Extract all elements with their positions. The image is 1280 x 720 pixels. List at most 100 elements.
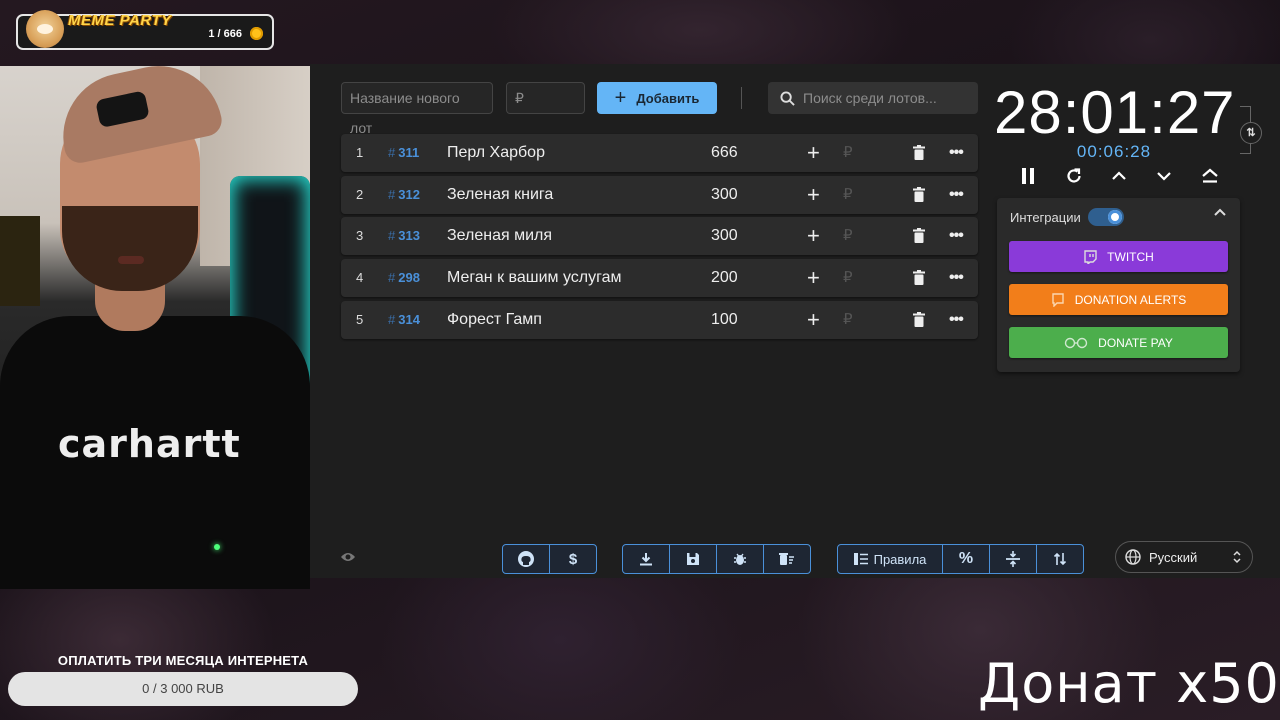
goal-title: ОПЛАТИТЬ ТРИ МЕСЯЦА ИНТЕРНЕТА: [57, 653, 309, 668]
timer-main: 28:01:27: [994, 79, 1236, 146]
delete-lot-button[interactable]: [913, 186, 925, 202]
lot-id: #311: [388, 145, 420, 160]
search-placeholder: Поиск среди лотов...: [803, 90, 937, 106]
add-amount-button[interactable]: +: [807, 176, 820, 214]
webcam-mouth: [118, 256, 144, 264]
rub-icon: ₽: [843, 269, 853, 287]
delete-lot-button[interactable]: [913, 145, 925, 160]
delete-sweep-icon: [779, 553, 794, 565]
lot-id: #314: [388, 311, 420, 327]
double-chevron-up-icon: [1202, 168, 1218, 183]
increase-time-button[interactable]: [1104, 162, 1134, 190]
lot-amount: 300: [711, 185, 738, 203]
collapse-chevron-icon[interactable]: [1214, 208, 1226, 216]
rub-icon: ₽: [843, 144, 853, 161]
twitch-button[interactable]: TWITCH: [1009, 241, 1228, 272]
meme-party-count: 1 / 666: [208, 28, 242, 40]
chevron-up-icon: [1112, 171, 1126, 180]
add-amount-button[interactable]: +: [807, 134, 820, 172]
donate-dollar-button[interactable]: $: [550, 545, 596, 573]
lot-more-button[interactable]: •••: [949, 301, 964, 339]
search-icon: [780, 90, 795, 106]
donation-alerts-label: DONATION ALERTS: [1074, 292, 1187, 307]
coin-icon: [250, 27, 263, 40]
lot-id: #298: [388, 270, 420, 286]
lot-name: Зеленая миля: [447, 227, 553, 245]
decrease-time-button[interactable]: [1149, 162, 1179, 190]
lot-more-button[interactable]: •••: [949, 134, 964, 172]
add-amount-button[interactable]: +: [807, 259, 820, 297]
bug-report-button[interactable]: [717, 545, 764, 573]
lot-more-button[interactable]: •••: [949, 176, 964, 214]
language-select[interactable]: Русский: [1115, 541, 1253, 573]
timer: 28:01:27 00:06:28: [994, 78, 1236, 162]
donation-alerts-button[interactable]: DONATION ALERTS: [1009, 284, 1228, 315]
doge-logo-icon: [26, 10, 64, 48]
meme-party-widget: MEME PARTY 1 / 666: [16, 10, 274, 50]
add-lot-label: Добавить: [636, 90, 700, 106]
add-amount-button[interactable]: +: [807, 301, 820, 339]
percent-button[interactable]: %: [943, 545, 990, 573]
lot-index: 3: [356, 228, 364, 244]
lot-id: #313: [388, 228, 420, 244]
pause-icon: [1022, 168, 1034, 184]
lot-search-input[interactable]: Поиск среди лотов...: [768, 82, 978, 114]
globe-icon: [1125, 549, 1141, 565]
lot-list: 1 #311 Перл Харбор 666 + ₽ ••• 2 #312 Зе…: [341, 134, 978, 342]
save-button[interactable]: [670, 545, 717, 573]
rub-icon: ₽: [843, 185, 853, 203]
dollar-icon: $: [568, 550, 578, 568]
lot-more-button[interactable]: •••: [949, 259, 964, 297]
delete-lot-button[interactable]: [913, 228, 925, 244]
webcam-led: [214, 544, 220, 550]
pause-button[interactable]: [1013, 162, 1043, 190]
percent-icon: %: [958, 550, 974, 567]
add-lot-button[interactable]: + Добавить: [597, 82, 717, 114]
goal-progress-bar: 0 / 3 000 RUB: [8, 672, 358, 706]
download-icon: [640, 553, 652, 566]
webcam-feed: carhartt: [0, 66, 310, 589]
delete-lot-button[interactable]: [913, 270, 925, 286]
integrations-toggle[interactable]: [1088, 208, 1124, 226]
new-lot-input[interactable]: Название нового лот: [341, 82, 493, 136]
lot-row: 1 #311 Перл Харбор 666 + ₽ •••: [341, 134, 978, 172]
lot-index: 4: [356, 270, 364, 286]
swap-vert-icon: [1053, 552, 1067, 566]
lot-row: 4 #298 Меган к вашим услугам 200 + ₽ •••: [341, 259, 978, 298]
donate-pay-icon: [1064, 337, 1088, 348]
lot-row: 3 #313 Зеленая миля 300 + ₽ •••: [341, 217, 978, 256]
clear-lots-button[interactable]: [764, 545, 810, 573]
reset-timer-button[interactable]: [1059, 162, 1089, 190]
toolbar-divider: [741, 87, 742, 109]
donate-pay-button[interactable]: DONATE PAY: [1009, 327, 1228, 358]
rub-icon: ₽: [843, 227, 853, 245]
rules-label: Правила: [873, 551, 927, 567]
sort-button[interactable]: [1037, 545, 1083, 573]
lot-index: 5: [356, 311, 364, 327]
select-arrows-icon: [1233, 550, 1241, 564]
goal-progress-text: 0 / 3 000 RUB: [142, 681, 224, 696]
webcam-beard: [62, 206, 198, 291]
lot-more-button[interactable]: •••: [949, 217, 964, 255]
vertical-split-icon: [1006, 551, 1020, 567]
split-button[interactable]: [990, 545, 1037, 573]
delete-lot-button[interactable]: [913, 311, 925, 327]
trash-icon: [913, 270, 925, 286]
rules-button[interactable]: Правила: [838, 545, 943, 573]
swap-timer-button[interactable]: ⇅: [1240, 122, 1262, 144]
download-button[interactable]: [623, 545, 670, 573]
trash-icon: [913, 311, 925, 327]
language-label: Русский: [1149, 549, 1198, 565]
toolbar-group-settings: Правила %: [837, 544, 1084, 574]
eye-icon[interactable]: [340, 551, 356, 563]
lot-row: 5 #314 Форест Гамп 100 + ₽ •••: [341, 300, 978, 339]
lot-amount: 666: [711, 144, 738, 161]
add-amount-button[interactable]: +: [807, 217, 820, 255]
donation-alerts-icon: [1052, 292, 1064, 307]
timer-double-up-button[interactable]: [1195, 162, 1225, 190]
github-button[interactable]: [503, 545, 550, 573]
integrations-panel: Интеграции TWITCH DONATION ALERTS DONATE…: [997, 198, 1240, 372]
lot-row: 2 #312 Зеленая книга 300 + ₽ •••: [341, 175, 978, 214]
lot-amount-input[interactable]: ₽: [506, 82, 585, 114]
webcam-shelf: [0, 216, 40, 306]
